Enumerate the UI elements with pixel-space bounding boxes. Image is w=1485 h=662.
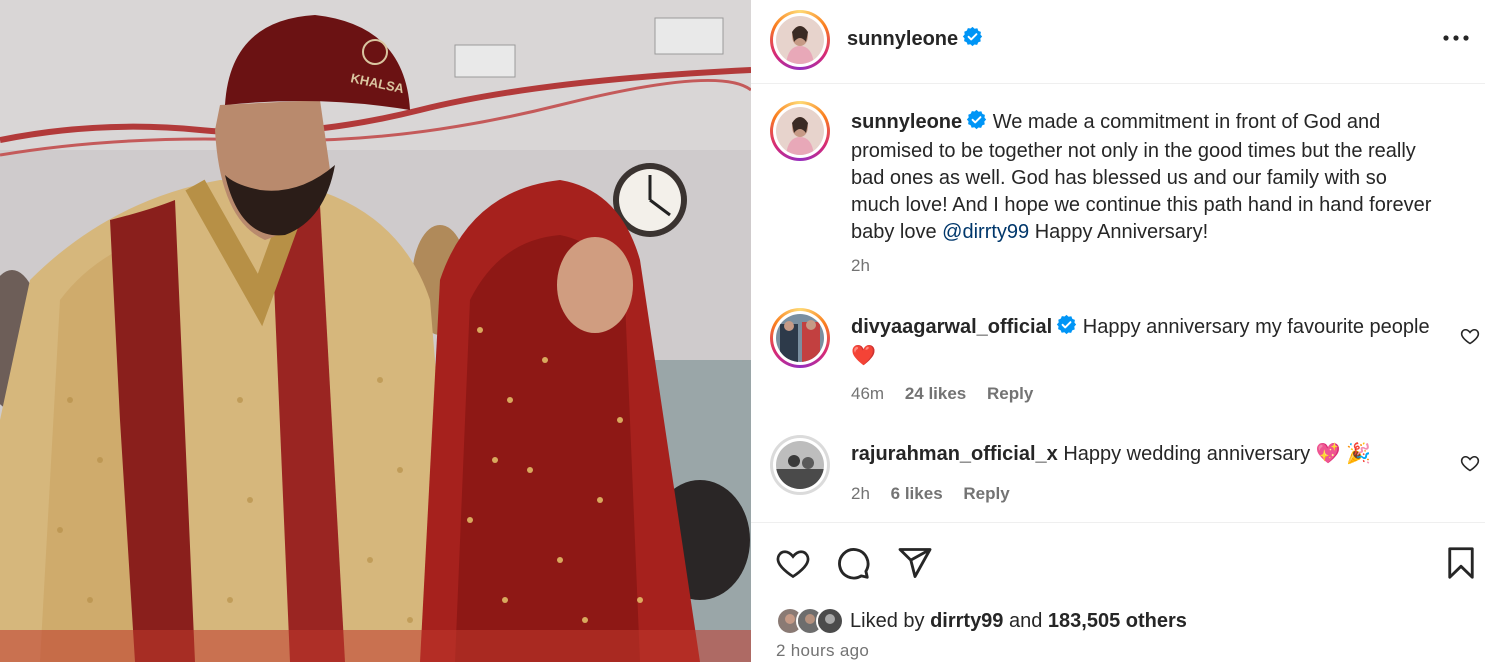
verified-badge-icon [962,26,983,52]
liker-avatars[interactable] [776,607,844,635]
comment-time: 2h [851,484,870,503]
comment-meta: 2h 6 likes Reply [851,484,1026,504]
comment-icon[interactable] [835,545,871,581]
mention-link[interactable]: @dirrty99 [942,221,1029,243]
comment-text: divyaagarwal_official Happy anniversary … [851,314,1441,370]
red-heart-emoji: ❤️ [851,345,876,367]
share-icon[interactable] [897,545,933,581]
likes-others-link[interactable]: 183,505 others [1048,610,1187,632]
comment-item: rajurahman_official_x Happy wedding anni… [751,435,1485,522]
comment-meta: 46m 24 likes Reply [851,384,1049,404]
liker-avatar [816,607,844,635]
bookmark-icon[interactable] [1443,545,1479,581]
comment-like-heart-icon[interactable] [1460,453,1480,473]
author-avatar[interactable] [770,10,830,70]
post-header: sunnyleone [751,0,1485,84]
comment-text: rajurahman_official_x Happy wedding anni… [851,441,1441,468]
author-username[interactable]: sunnyleone [847,28,958,50]
comment-username[interactable]: rajurahman_official_x [851,443,1058,465]
comment-like-heart-icon[interactable] [1460,326,1480,346]
comment-likes[interactable]: 6 likes [891,484,943,503]
comment-body: Happy wedding anniversary [1063,443,1311,465]
comment-item: divyaagarwal_official Happy anniversary … [751,308,1485,408]
post-detail-panel: sunnyleone sunnyleone We made a commitme… [751,0,1485,662]
caption-body-end: Happy Anniversary! [1029,221,1209,243]
heart-party-emoji: 💖 🎉 [1315,443,1372,465]
comment-avatar[interactable] [770,308,830,368]
reply-button[interactable]: Reply [987,384,1033,403]
verified-badge-icon [1056,314,1077,343]
comment-body: Happy anniversary my favourite people [1082,316,1430,338]
caption-avatar[interactable] [770,101,830,161]
caption-text: sunnyleone We made a commitment in front… [851,109,1441,246]
likes-conj: and [1003,609,1048,632]
caption-time: 2h [851,256,870,275]
heart-icon[interactable] [775,545,811,581]
likes-text: Liked by dirrty99 and 183,505 others [850,610,1187,633]
post-timestamp[interactable]: 2 hours ago [776,641,869,661]
likes-summary: Liked by dirrty99 and 183,505 others [776,605,1187,637]
likes-prefix: Liked by [850,609,931,632]
first-liker-link[interactable]: dirrty99 [930,610,1003,632]
caption-meta: 2h [851,256,886,276]
comment-username[interactable]: divyaagarwal_official [851,316,1052,338]
post-image[interactable]: KHALSA [0,0,751,662]
comments-list[interactable]: sunnyleone We made a commitment in front… [751,84,1485,522]
post-actions: Liked by dirrty99 and 183,505 others 2 h… [751,522,1485,662]
caption: sunnyleone We made a commitment in front… [751,101,1485,281]
wedding-photo: KHALSA [0,0,751,662]
verified-badge-icon [966,109,987,138]
comment-likes[interactable]: 24 likes [905,384,966,403]
comment-time: 46m [851,384,885,403]
author-name-row: sunnyleone [847,26,983,52]
reply-button[interactable]: Reply [963,484,1009,503]
more-options-icon[interactable] [1441,26,1471,50]
caption-username[interactable]: sunnyleone [851,111,962,133]
comment-avatar[interactable] [770,435,830,495]
